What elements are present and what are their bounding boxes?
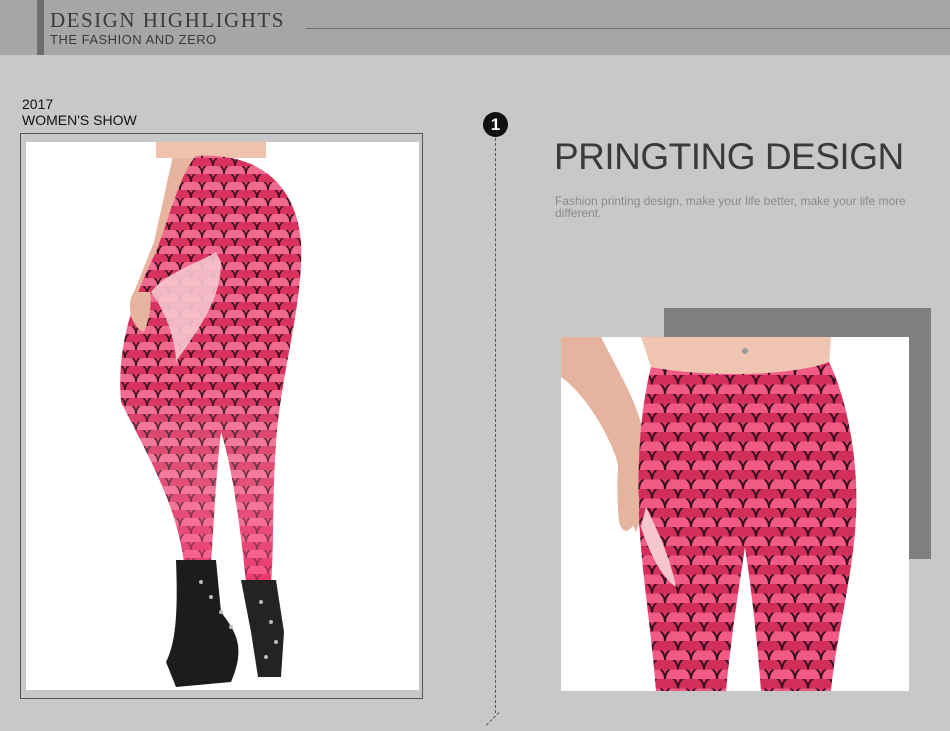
timeline-dashed-line	[495, 138, 496, 713]
show-label: WOMEN'S SHOW	[22, 112, 137, 128]
header-title: DESIGN HIGHLIGHTS	[50, 8, 285, 32]
show-year: 2017	[22, 96, 54, 112]
leggings-front-photo	[561, 337, 909, 691]
feature-description: Fashion printing design, make your life …	[555, 194, 906, 220]
step-number-badge: 1	[483, 112, 508, 137]
timeline-tail	[485, 712, 500, 726]
header-accent-bar	[37, 0, 44, 55]
header-banner: DESIGN HIGHLIGHTS THE FASHION AND ZERO	[0, 0, 950, 55]
header-subtitle: THE FASHION AND ZERO	[50, 32, 217, 47]
leggings-side-photo	[26, 142, 419, 690]
feature-title: PRINGTING DESIGN	[554, 136, 904, 177]
header-divider	[306, 28, 950, 29]
